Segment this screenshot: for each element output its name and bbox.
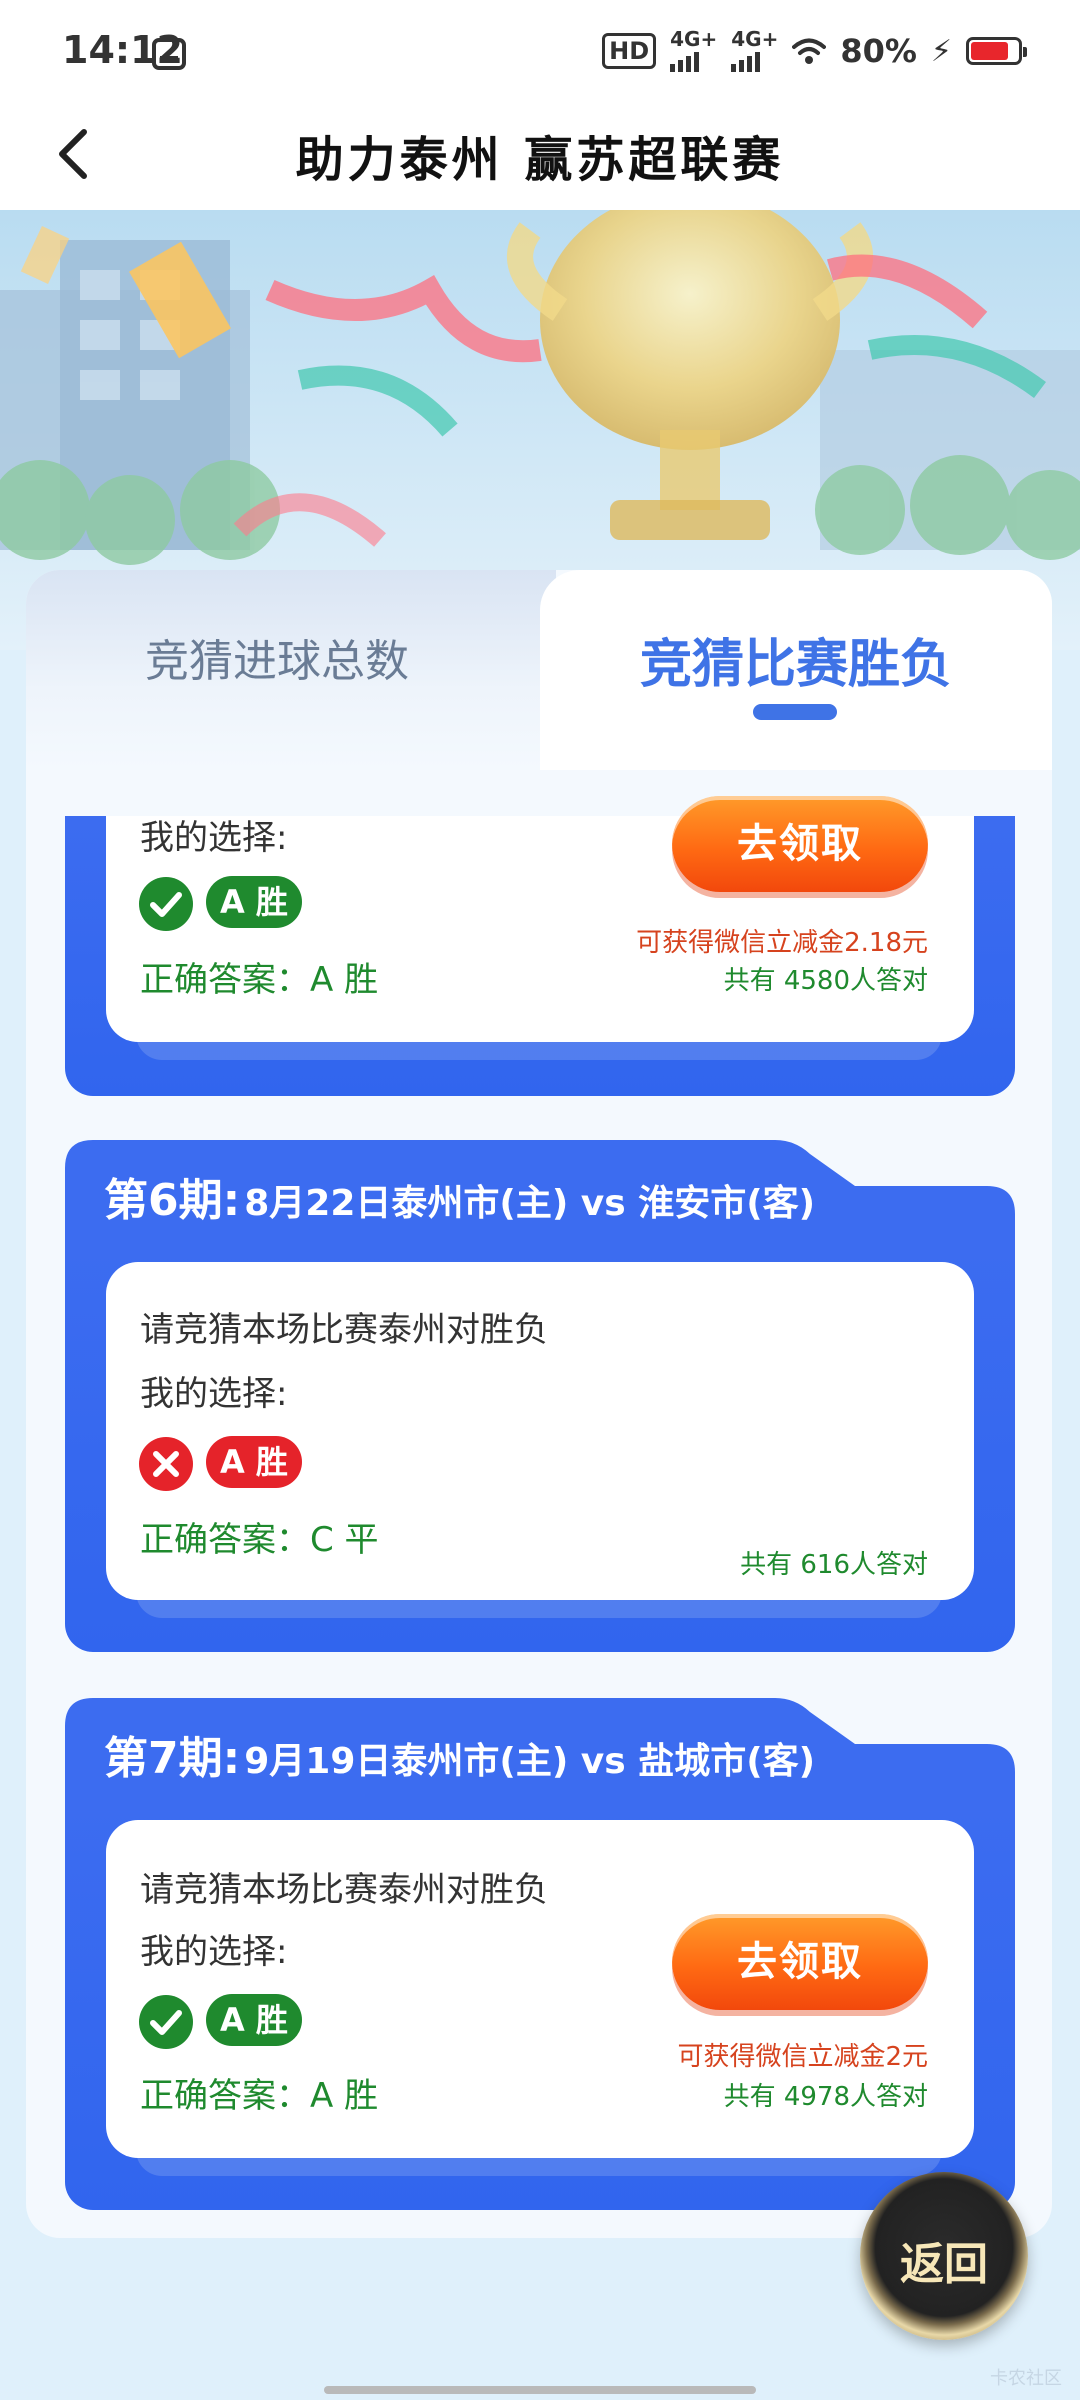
signal-bars-icon xyxy=(670,48,700,72)
my-choice-label: 我的选择: xyxy=(140,1932,288,1972)
battery-percent: 80% xyxy=(840,32,917,70)
tab-win-loss-label[interactable]: 竞猜比赛胜负 xyxy=(640,622,952,697)
signal-icon-1: 4G+ xyxy=(670,27,718,72)
hd-voice-icon: HD xyxy=(602,33,657,69)
match-info: 8月22日泰州市(主) vs 淮安市(客) xyxy=(244,1183,816,1224)
signal-icon-2: 4G+ xyxy=(731,27,779,72)
correct-answer: 正确答案：A 胜 xyxy=(140,2076,379,2116)
tab-goal-total-label[interactable]: 竞猜进球总数 xyxy=(145,625,409,689)
correct-count: 共有 4580人答对 xyxy=(723,966,928,996)
signal-bars-icon xyxy=(731,48,761,72)
choice-pill: A 胜 xyxy=(206,1436,302,1488)
status-icons: HD 4G+ 4G+ 80% ⚡ xyxy=(602,27,1027,72)
claim-reward-button[interactable]: 去领取 xyxy=(672,1914,928,2010)
choice-pill: A 胜 xyxy=(206,1994,302,2046)
active-tab-indicator xyxy=(753,704,837,720)
return-button[interactable]: 返回 xyxy=(860,2172,1028,2340)
correct-count: 共有 616人答对 xyxy=(740,1550,928,1580)
my-choice-label: 我的选择: xyxy=(140,818,288,858)
page-title: 助力泰州 赢苏超联赛 xyxy=(295,132,785,188)
choice-pill: A 胜 xyxy=(206,876,302,928)
claim-reward-button[interactable]: 去领取 xyxy=(672,796,928,892)
correct-count: 共有 4978人答对 xyxy=(723,2082,928,2112)
home-indicator[interactable] xyxy=(324,2386,756,2394)
my-choice-label: 我的选择: xyxy=(140,1374,288,1414)
reward-text: 可获得微信立减金2.18元 xyxy=(636,928,928,958)
correct-answer: 正确答案：C 平 xyxy=(140,1520,379,1560)
period-title: 第6期: 8月22日泰州市(主) vs 淮安市(客) xyxy=(104,1164,815,1228)
charging-icon: ⚡ xyxy=(930,33,952,69)
watermark: 卡农社区 xyxy=(990,2368,1062,2389)
correct-check-icon xyxy=(139,877,193,931)
correct-answer: 正确答案：A 胜 xyxy=(140,960,379,1000)
nav-header: 助力泰州 赢苏超联赛 xyxy=(0,100,1080,210)
battery-icon xyxy=(966,37,1027,65)
network-type-label: 4G+ xyxy=(731,27,779,51)
status-bar: 14:12 HD 4G+ 4G+ 80% ⚡ xyxy=(0,0,1080,100)
question-text: 请竞猜本场比赛泰州对胜负 xyxy=(140,1870,548,1910)
period-number: 第7期: xyxy=(104,1733,241,1784)
sim-card-icon xyxy=(152,38,186,70)
match-info: 9月19日泰州市(主) vs 盐城市(客) xyxy=(244,1741,816,1782)
return-label[interactable]: 返回 xyxy=(860,2228,1028,2292)
question-text: 请竞猜本场比赛泰州对胜负 xyxy=(140,1310,548,1350)
wrong-cross-icon xyxy=(139,1437,193,1491)
period-title: 第7期: 9月19日泰州市(主) vs 盐城市(客) xyxy=(104,1722,815,1786)
network-type-label: 4G+ xyxy=(670,27,718,51)
period-number: 第6期: xyxy=(104,1175,241,1226)
wifi-icon xyxy=(792,38,827,64)
reward-text: 可获得微信立减金2元 xyxy=(677,2042,928,2072)
correct-check-icon xyxy=(139,1995,193,2049)
